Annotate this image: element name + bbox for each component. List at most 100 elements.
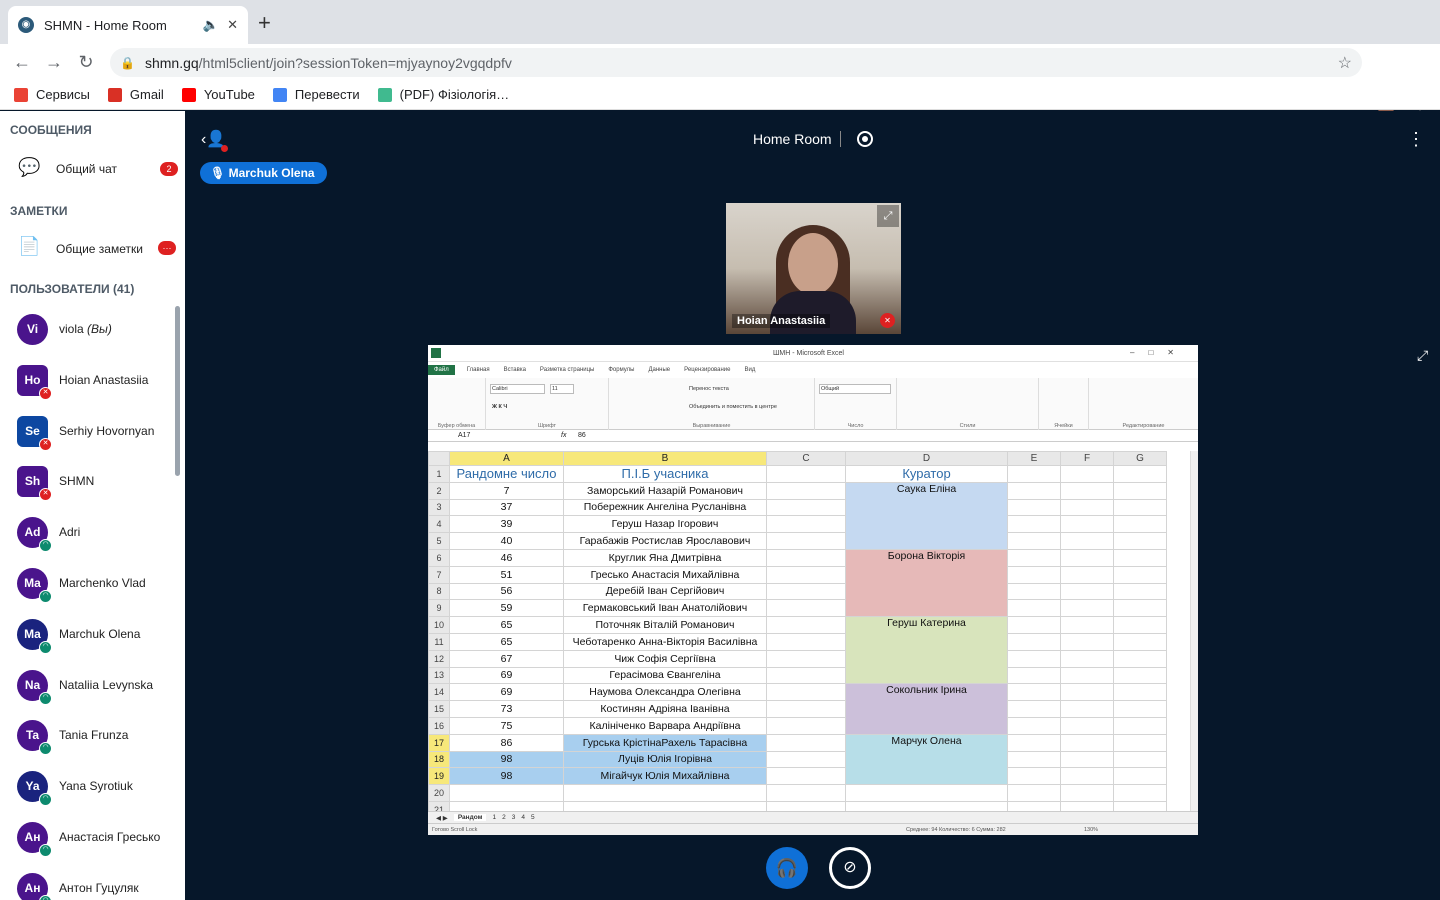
row-header[interactable]: 11: [428, 632, 450, 651]
cell-curator[interactable]: Саука Еліна: [845, 481, 1008, 550]
cell[interactable]: [766, 548, 846, 567]
column-header[interactable]: G: [1113, 451, 1167, 466]
cell[interactable]: [1007, 666, 1061, 685]
forward-icon[interactable]: →: [38, 52, 70, 73]
cell-random-number[interactable]: 51: [449, 565, 564, 584]
sheet-nav-arrows-icon[interactable]: ◀ ▶: [436, 814, 448, 822]
bold-italic-underline-buttons[interactable]: Ж К Ч: [492, 404, 507, 410]
cell[interactable]: [1060, 515, 1114, 534]
cell[interactable]: [1060, 750, 1114, 769]
cell[interactable]: [1113, 515, 1167, 534]
cell[interactable]: [1113, 465, 1167, 483]
reload-icon[interactable]: ↻: [70, 52, 102, 73]
wrap-text-button[interactable]: Перенос текста: [689, 386, 729, 392]
cell[interactable]: [1007, 683, 1061, 702]
cell-participant-name[interactable]: Гермаковський Іван Анатолійович: [563, 599, 767, 618]
cell-participant-name[interactable]: Герасімова Євангеліна: [563, 666, 767, 685]
cell[interactable]: [1007, 750, 1061, 769]
cell[interactable]: [563, 784, 767, 802]
cell[interactable]: [1060, 548, 1114, 567]
cell[interactable]: [1113, 548, 1167, 567]
cell[interactable]: [1060, 599, 1114, 618]
ribbon-tab[interactable]: Формулы: [608, 367, 634, 373]
cell[interactable]: [845, 784, 1008, 802]
spreadsheet-grid[interactable]: A B C D E F G 1 Рандомне число П.І.Б учасника Кура…: [428, 451, 1190, 819]
cell-random-number[interactable]: 75: [449, 716, 564, 735]
cell[interactable]: [1060, 582, 1114, 601]
cell[interactable]: [766, 616, 846, 634]
cell-participant-name[interactable]: Калініченко Варвара Андріївна: [563, 716, 767, 735]
row-header[interactable]: 6: [428, 548, 450, 567]
cell-random-number[interactable]: 69: [449, 683, 564, 702]
cell-participant-name[interactable]: Круглик Яна Дмитрівна: [563, 548, 767, 567]
cell[interactable]: [1113, 632, 1167, 651]
cell[interactable]: [1007, 498, 1061, 517]
cell[interactable]: [1060, 632, 1114, 651]
user-item[interactable]: Ma ◠ Marchuk Olena: [0, 611, 175, 659]
row-header[interactable]: 4: [428, 515, 450, 534]
ribbon-tab[interactable]: Разметка страницы: [540, 367, 594, 373]
cell[interactable]: [766, 750, 846, 769]
cell-participant-name[interactable]: Чиж Софія Сергіївна: [563, 649, 767, 668]
cell-participant-name[interactable]: Мігайчук Юлія Михайлівна: [563, 767, 767, 786]
cell[interactable]: [1007, 767, 1061, 786]
cell[interactable]: [1007, 733, 1061, 752]
cell[interactable]: [766, 683, 846, 702]
cell[interactable]: [766, 515, 846, 534]
cell[interactable]: [1007, 716, 1061, 735]
cell[interactable]: [766, 498, 846, 517]
user-item[interactable]: Ad ◠ Adri: [0, 509, 175, 557]
cell[interactable]: [1113, 532, 1167, 550]
ribbon-tab[interactable]: Вид: [745, 367, 756, 373]
cell-participant-name[interactable]: Костинян Адріяна Іванівна: [563, 700, 767, 718]
cell[interactable]: [1007, 700, 1061, 718]
cell[interactable]: [1113, 481, 1167, 500]
sheet-tab[interactable]: 5: [531, 814, 535, 821]
shared-notes-item[interactable]: 📄 Общие заметки ···: [0, 236, 180, 260]
cell[interactable]: [766, 565, 846, 584]
cell-random-number[interactable]: 37: [449, 498, 564, 517]
cell[interactable]: [1113, 700, 1167, 718]
cell[interactable]: [1007, 515, 1061, 534]
cell-participant-name[interactable]: Гарабажів Ростислав Ярославович: [563, 532, 767, 550]
cell[interactable]: [1007, 582, 1061, 601]
cell-participant-name[interactable]: Наумова Олександра Олегівна: [563, 683, 767, 702]
cell[interactable]: [1007, 548, 1061, 567]
sheet-table[interactable]: A B C D E F G 1 Рандомне число П.І.Б учасника Кура…: [428, 451, 1167, 819]
number-format-select[interactable]: Общий: [819, 384, 891, 394]
user-item[interactable]: Ho ✕ Hoian Anastasiia: [0, 357, 175, 405]
column-header[interactable]: C: [766, 451, 846, 466]
record-icon[interactable]: [857, 131, 873, 147]
cell[interactable]: [766, 582, 846, 601]
row-header[interactable]: 19: [428, 767, 450, 786]
row-header[interactable]: 2: [428, 481, 450, 500]
header-cell[interactable]: П.І.Б учасника: [563, 465, 767, 483]
cell[interactable]: [1060, 481, 1114, 500]
cell[interactable]: [1113, 649, 1167, 668]
cell[interactable]: [1007, 632, 1061, 651]
cell[interactable]: [1060, 683, 1114, 702]
cell-curator[interactable]: Геруш Катерина: [845, 616, 1008, 685]
cell[interactable]: [1060, 498, 1114, 517]
cell[interactable]: [766, 716, 846, 735]
cell-participant-name[interactable]: Поточняк Віталій Романович: [563, 616, 767, 634]
font-name-select[interactable]: Calibri: [490, 384, 545, 394]
cell-curator[interactable]: Сокольник Ірина: [845, 683, 1008, 735]
cell-random-number[interactable]: 39: [449, 515, 564, 534]
row-header[interactable]: 14: [428, 683, 450, 702]
cell-random-number[interactable]: 59: [449, 599, 564, 618]
cell[interactable]: [1060, 649, 1114, 668]
cell-random-number[interactable]: 98: [449, 767, 564, 786]
cell[interactable]: [1113, 599, 1167, 618]
cell[interactable]: [1113, 666, 1167, 685]
cell[interactable]: [1060, 616, 1114, 634]
column-header[interactable]: F: [1060, 451, 1114, 466]
cell[interactable]: [1113, 784, 1167, 802]
cell[interactable]: [766, 733, 846, 752]
ribbon-tab[interactable]: Вставка: [504, 367, 526, 373]
cell-random-number[interactable]: 98: [449, 750, 564, 769]
column-header[interactable]: A: [449, 451, 564, 466]
formula-value[interactable]: 86: [578, 432, 586, 439]
cell-random-number[interactable]: 7: [449, 481, 564, 500]
cell[interactable]: [1113, 716, 1167, 735]
